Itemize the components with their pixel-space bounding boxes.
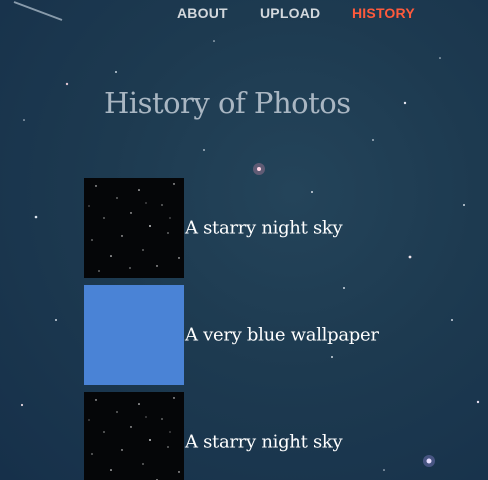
- nav-link-about[interactable]: ABOUT: [177, 5, 228, 21]
- starfield-image: [88, 397, 180, 480]
- blue-wallpaper-thumbnail[interactable]: [84, 285, 184, 385]
- history-item-caption: A starry night sky: [185, 217, 343, 239]
- nav-link-upload[interactable]: UPLOAD: [260, 5, 320, 21]
- history-item[interactable]: A starry night sky: [84, 392, 484, 480]
- history-item-caption: A starry night sky: [185, 431, 343, 453]
- starry-sky-thumbnail[interactable]: [84, 178, 184, 278]
- history-item[interactable]: A very blue wallpaper: [84, 285, 484, 385]
- top-navigation: ABOUT UPLOAD HISTORY: [0, 0, 488, 30]
- page-title: History of Photos: [104, 86, 351, 120]
- history-item[interactable]: A starry night sky: [84, 178, 484, 278]
- starry-sky-thumbnail[interactable]: [84, 392, 184, 480]
- history-item-caption: A very blue wallpaper: [185, 324, 379, 346]
- starfield-image: [88, 183, 180, 272]
- nav-link-history[interactable]: HISTORY: [352, 5, 415, 21]
